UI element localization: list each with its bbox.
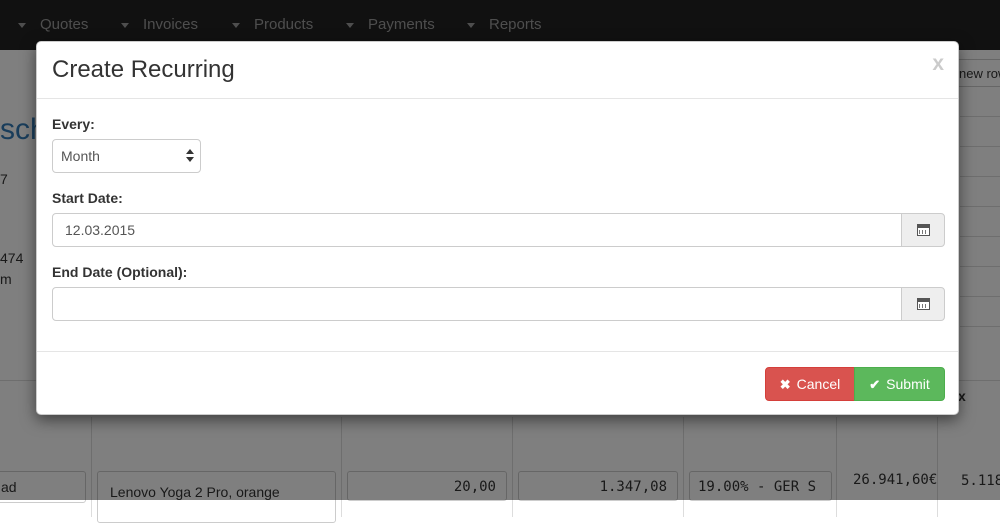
close-icon: ✖: [779, 377, 791, 392]
calendar-icon: [917, 298, 930, 310]
start-date-picker-button[interactable]: [901, 213, 945, 247]
select-arrows-icon: [186, 149, 194, 163]
every-label: Every:: [52, 116, 95, 132]
end-date-group: [52, 287, 945, 321]
submit-button[interactable]: ✔ Submit: [854, 367, 945, 401]
modal-title: Create Recurring: [52, 56, 235, 83]
submit-button-label: Submit: [886, 376, 930, 392]
cancel-button[interactable]: ✖ Cancel: [765, 367, 855, 401]
modal-footer: ✖ Cancel ✔ Submit: [37, 351, 958, 416]
calendar-icon: [917, 224, 930, 236]
start-date-label: Start Date:: [52, 190, 123, 206]
check-icon: ✔: [869, 377, 881, 392]
end-date-label: End Date (Optional):: [52, 264, 188, 280]
start-date-input[interactable]: 12.03.2015: [52, 213, 902, 247]
end-date-picker-button[interactable]: [901, 287, 945, 321]
close-icon[interactable]: x: [932, 52, 944, 76]
modal-header: Create Recurring x: [37, 42, 958, 99]
create-recurring-dialog: Create Recurring x Every: Month Start Da…: [36, 41, 959, 415]
frequency-select-value: Month: [61, 148, 100, 164]
start-date-group: 12.03.2015: [52, 213, 945, 247]
frequency-select[interactable]: Month: [52, 139, 201, 173]
end-date-input[interactable]: [52, 287, 902, 321]
cancel-button-label: Cancel: [796, 376, 841, 392]
